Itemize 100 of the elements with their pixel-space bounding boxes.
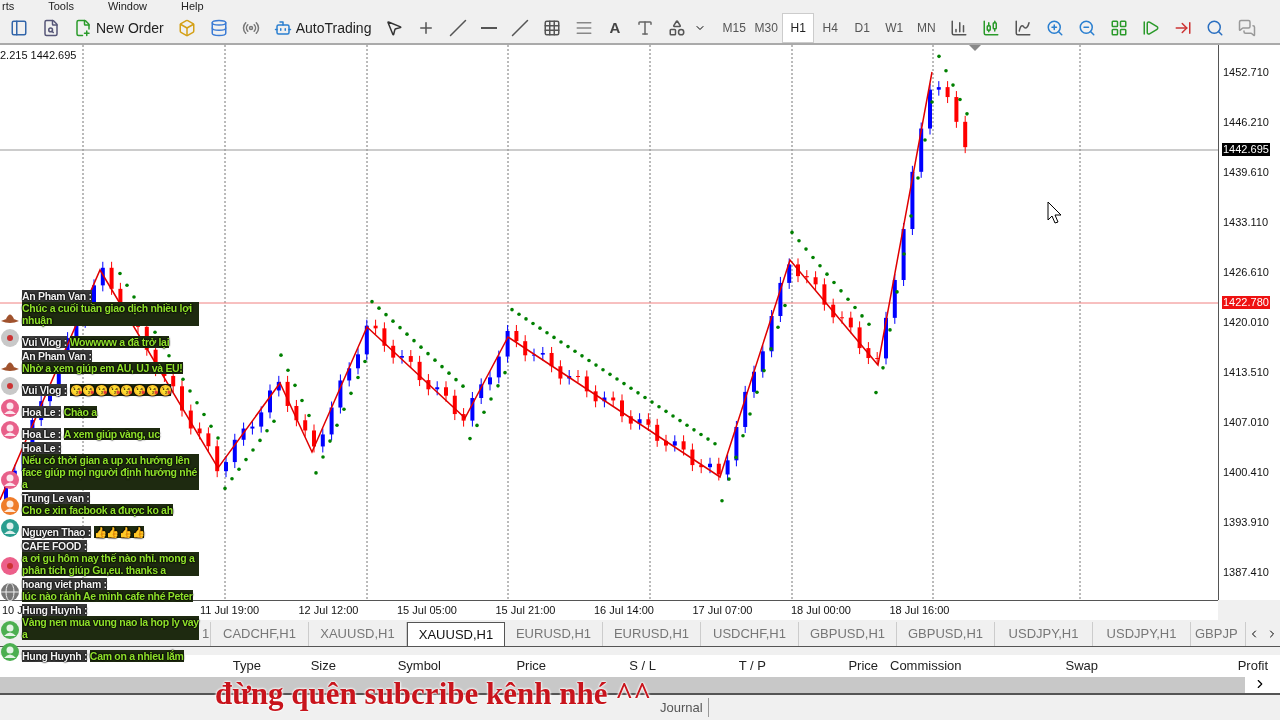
symbol-tab[interactable]: CADCHF,H1 [211,622,309,646]
zoom-out-icon [1078,19,1097,37]
symbol-tab[interactable]: GBPUSD,H1 [897,622,995,646]
price-label: 1407.010 [1222,416,1270,429]
bar-chart-icon [950,19,969,37]
price-label: 1433.110 [1222,216,1270,229]
timeframe-button[interactable]: D1 [846,13,879,43]
column-header[interactable]: Price [445,656,550,676]
symbol-tab[interactable]: 1 [201,622,211,646]
column-header[interactable]: Commission [882,656,982,676]
price-label: 1426.610 [1222,266,1270,279]
chat-message: Cho e xin facbook a được ko ah [22,504,173,516]
menu-item[interactable]: Help [179,0,206,13]
navigator-icon [42,19,60,37]
price-label: 1393.910 [1222,516,1270,529]
tile-windows-icon [1110,19,1129,37]
timeframe-button[interactable]: M15 [718,13,751,43]
terminal-tab[interactable]: Journal [655,697,709,718]
column-header[interactable]: Type [200,656,265,676]
timeframe-button[interactable]: MN [910,13,943,43]
text-label-icon [636,19,655,37]
chat-message: Chúc a cuối tuần giao dịch nhiều lợi nhuận [22,302,199,326]
time-label: 12 Jul 12:00 [298,603,359,619]
chat-message: a ơi gu hôm nay thế nào nhỉ. mong a phân tích giúp Gu,eu. thanks a [22,552,199,576]
menu-item[interactable]: Window [105,0,150,13]
timeframe-button[interactable]: M30 [750,13,783,43]
chat-message: 👍👍👍👍 [93,526,145,538]
chat-author: Hoa Le : [22,406,62,418]
symbol-tab[interactable]: EURUSD,H1 [603,622,701,646]
auto-scroll-icon [1142,19,1161,37]
timeframe-button[interactable]: H1 [782,13,815,43]
time-label: 17 Jul 07:00 [692,603,753,619]
chat-author: Hoa Le : [22,442,62,454]
chat-message: Chào a [63,406,97,418]
chat-message: 😘😘😘😘😘😘😘😘 [69,384,172,396]
zoom-in-icon [1046,19,1065,37]
price-label: 1446.210 [1222,116,1270,129]
column-header[interactable]: Symbol [340,656,445,676]
cube-icon [177,19,196,37]
symbol-tab[interactable]: USDCHF,H1 [701,622,799,646]
time-label: 18 Jul 00:00 [791,603,851,619]
chart-header: 2.215 1442.695 [0,48,77,63]
menu-item[interactable]: Tools [46,0,76,13]
grid-icon [543,19,562,37]
time-label: 15 Jul 21:00 [495,603,556,619]
price-label: 1452.710 [1222,66,1270,79]
column-header[interactable]: S / L [550,656,660,676]
chat-author: An Pham Van : [22,290,92,302]
chat-author: Trung Le van : [22,492,90,504]
mouse-cursor-icon [1047,201,1062,224]
price-label: 1413.510 [1222,366,1270,379]
chat-author: Vui Vlog : [22,336,68,348]
chat-message: Nhờ a xem giúp em AU, UJ và EU! [22,362,183,374]
symbol-tab[interactable]: GBPJP [1191,622,1246,646]
shapes-icon [668,19,687,37]
time-label: 15 Jul 05:00 [397,603,457,619]
symbol-tab[interactable]: USDJPY,H1 [1093,622,1191,646]
auto-trading-button[interactable]: AutoTrading [267,14,378,42]
timeframe-button[interactable]: H4 [814,13,847,43]
column-header[interactable]: Size [265,656,340,676]
signal-icon [241,19,260,37]
menu-item[interactable]: rts [0,0,17,13]
chat-message: Vàng nen mua vung nao la hop ly vay a [22,616,199,640]
price-label: 1400.410 [1222,466,1270,479]
symbol-tab[interactable]: XAUUSD,H1 [407,622,505,646]
chat-author: Nguyen Thao : [22,526,92,538]
cursor-icon [385,19,404,37]
chat-message: Cam on a nhieu lắm [89,650,184,662]
trend-line-icon [511,19,530,37]
symbol-tab[interactable]: GBPUSD,H1 [799,622,897,646]
chat-author: hoang viet pham : [22,578,107,590]
symbol-tab[interactable]: USDJPY,H1 [995,622,1093,646]
time-label: 18 Jul 16:00 [889,603,950,619]
price-label: 1387.410 [1222,566,1270,579]
line-chart-icon [1014,19,1033,37]
chat-author: Hung Huynh : [22,604,88,616]
column-header[interactable]: T / P [660,656,770,676]
chat-author: Hoa Le : [22,428,62,440]
timeframe-button[interactable]: W1 [878,13,911,43]
horizontal-line-icon [481,27,498,29]
chat-message: A xem giúp vàng, uc [63,428,160,440]
column-header[interactable]: Swap [982,656,1102,676]
column-header[interactable]: Profit [1102,656,1272,676]
search-icon [1206,19,1225,37]
time-label: 16 Jul 14:00 [594,603,654,619]
column-header[interactable]: Price [770,656,882,676]
chat-author: Hung Huynh : [22,650,88,662]
panel-icon [10,19,28,37]
price-label: 1422.780 [1222,296,1270,309]
chat-author: CAFE FOOD : [22,540,87,552]
text-tool-button[interactable]: A [601,14,629,42]
chart-shift-icon [1174,19,1193,37]
chat-author: Vui Vlog : [22,384,68,396]
price-label: 1439.610 [1222,166,1270,179]
new-order-button[interactable]: New Order [68,14,170,42]
symbol-tab[interactable]: EURUSD,H1 [505,622,603,646]
chat-message: Wowwww a đã trở lại [69,336,170,348]
price-label: 1420.010 [1222,316,1270,329]
database-icon [209,19,228,37]
chat-message: lúc nào rảnh Ae mình cafe nhé Peter [22,590,193,602]
